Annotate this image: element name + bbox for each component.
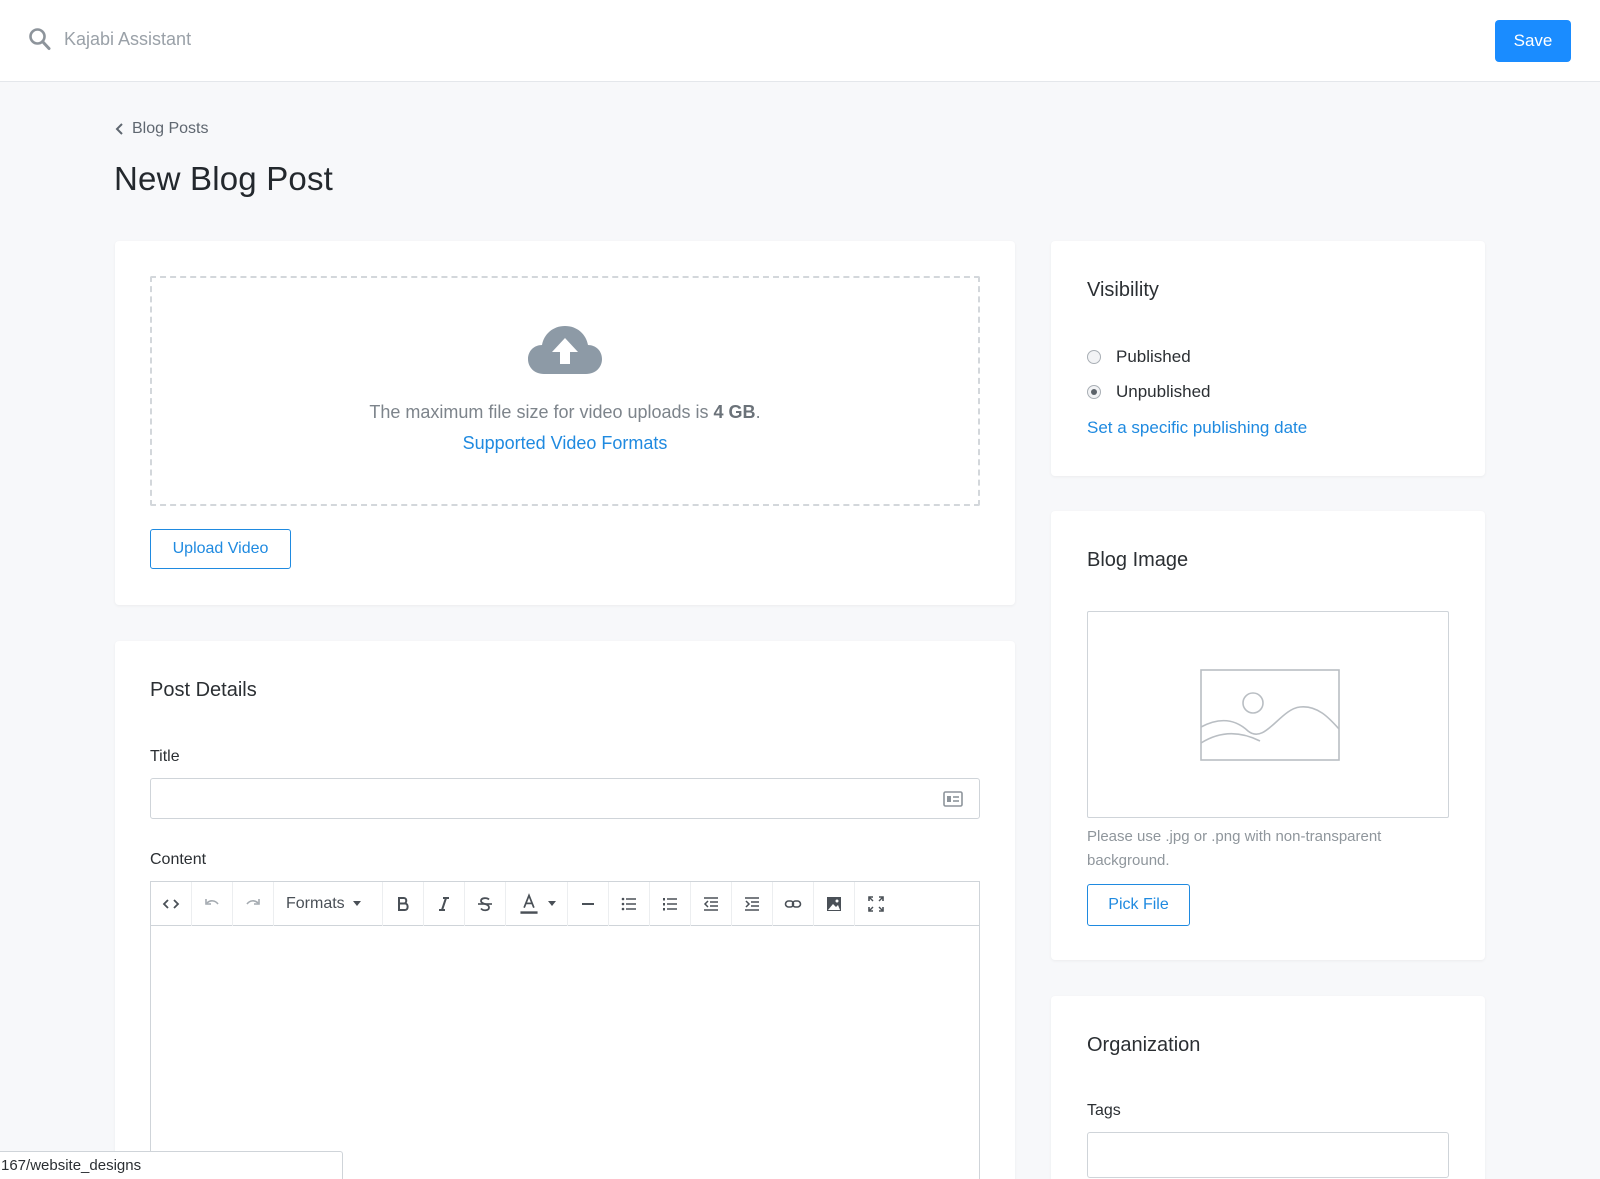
image-preview[interactable] xyxy=(1087,611,1449,818)
title-input[interactable] xyxy=(150,778,980,819)
contact-card-icon[interactable] xyxy=(943,790,963,808)
visibility-card: Visibility Published Unpublished Set a s… xyxy=(1051,241,1485,476)
text-color-icon xyxy=(519,892,538,914)
tags-label: Tags xyxy=(1087,1102,1121,1119)
search-bar[interactable] xyxy=(28,24,424,54)
horizontal-rule-icon xyxy=(582,902,594,905)
search-icon xyxy=(29,28,51,50)
bold-icon xyxy=(398,896,409,911)
horizontal-rule-button[interactable] xyxy=(568,881,609,926)
bullet-list-icon xyxy=(621,897,636,910)
code-view-button[interactable] xyxy=(151,881,192,926)
supported-formats-link[interactable]: Supported Video Formats xyxy=(152,433,978,454)
pick-file-button[interactable]: Pick File xyxy=(1087,884,1190,926)
video-dropzone[interactable]: The maximum file size for video uploads … xyxy=(150,276,980,506)
image-format-hint: Please use .jpg or .png with non-transpa… xyxy=(1087,828,1382,869)
video-upload-card: The maximum file size for video uploads … xyxy=(115,241,1015,605)
organization-title: Organization xyxy=(1087,1034,1201,1056)
organization-card: Organization Tags xyxy=(1051,996,1485,1179)
page-title: New Blog Post xyxy=(114,160,334,197)
breadcrumb[interactable]: Blog Posts xyxy=(114,120,208,138)
content-label: Content xyxy=(150,851,207,868)
strikethrough-button[interactable] xyxy=(465,881,506,926)
radio-button[interactable] xyxy=(1087,350,1101,364)
bullet-list-button[interactable] xyxy=(609,881,650,926)
numbered-list-icon xyxy=(663,897,677,910)
blog-image-title: Blog Image xyxy=(1087,549,1189,571)
editor-content-area[interactable] xyxy=(151,926,979,1179)
chevron-left-icon xyxy=(115,123,123,135)
radio-label: Published xyxy=(1116,347,1191,366)
upload-size-note: The maximum file size for video uploads … xyxy=(369,402,761,422)
publishing-date-link[interactable]: Set a specific publishing date xyxy=(1087,418,1307,438)
formats-label: Formats xyxy=(286,894,345,912)
undo-icon xyxy=(205,898,219,905)
post-details-card: Post Details Title Content Formats xyxy=(115,641,1015,1179)
radio-unpublished[interactable]: Unpublished xyxy=(1087,382,1211,402)
outdent-button[interactable] xyxy=(691,881,732,926)
insert-image-button[interactable] xyxy=(814,881,855,926)
fullscreen-button[interactable] xyxy=(855,882,896,926)
radio-button[interactable] xyxy=(1087,385,1101,399)
post-details-title: Post Details xyxy=(150,679,257,701)
caret-down-icon xyxy=(352,901,361,906)
fullscreen-icon xyxy=(867,895,884,912)
code-icon xyxy=(162,898,180,909)
numbered-list-button[interactable] xyxy=(650,881,691,926)
search-input[interactable] xyxy=(64,28,424,50)
redo-icon xyxy=(246,898,260,905)
image-placeholder-icon xyxy=(1200,669,1340,761)
caret-down-icon xyxy=(547,901,556,906)
link-button[interactable] xyxy=(773,881,814,926)
text-color-button[interactable] xyxy=(506,881,568,926)
indent-button[interactable] xyxy=(732,881,773,926)
cloud-upload-icon xyxy=(528,326,602,374)
breadcrumb-label[interactable]: Blog Posts xyxy=(132,120,208,138)
tags-input[interactable] xyxy=(1087,1132,1449,1178)
redo-button[interactable] xyxy=(233,881,274,926)
rich-text-editor: Formats xyxy=(150,881,980,1179)
browser-status-bar: 167/website_designs xyxy=(0,1151,343,1179)
visibility-title: Visibility xyxy=(1087,279,1159,301)
radio-label: Unpublished xyxy=(1116,382,1211,401)
title-label: Title xyxy=(150,748,180,765)
save-button[interactable]: Save xyxy=(1495,20,1571,62)
undo-button[interactable] xyxy=(192,881,233,926)
blog-image-card: Blog Image Please use .jpg or .png with … xyxy=(1051,511,1485,960)
link-icon xyxy=(784,899,802,908)
max-file-size: 4 GB xyxy=(713,402,756,422)
top-bar: Save xyxy=(0,0,1600,82)
italic-button[interactable] xyxy=(424,881,465,926)
radio-published[interactable]: Published xyxy=(1087,347,1191,367)
editor-toolbar: Formats xyxy=(151,881,979,926)
strikethrough-icon xyxy=(478,896,492,911)
indent-icon xyxy=(745,896,759,911)
formats-dropdown[interactable]: Formats xyxy=(274,881,383,926)
image-icon xyxy=(827,896,841,911)
italic-icon xyxy=(439,896,449,911)
outdent-icon xyxy=(703,896,718,911)
bold-button[interactable] xyxy=(383,881,424,926)
upload-video-button[interactable]: Upload Video xyxy=(150,529,291,569)
status-url: 167/website_designs xyxy=(1,1157,142,1174)
